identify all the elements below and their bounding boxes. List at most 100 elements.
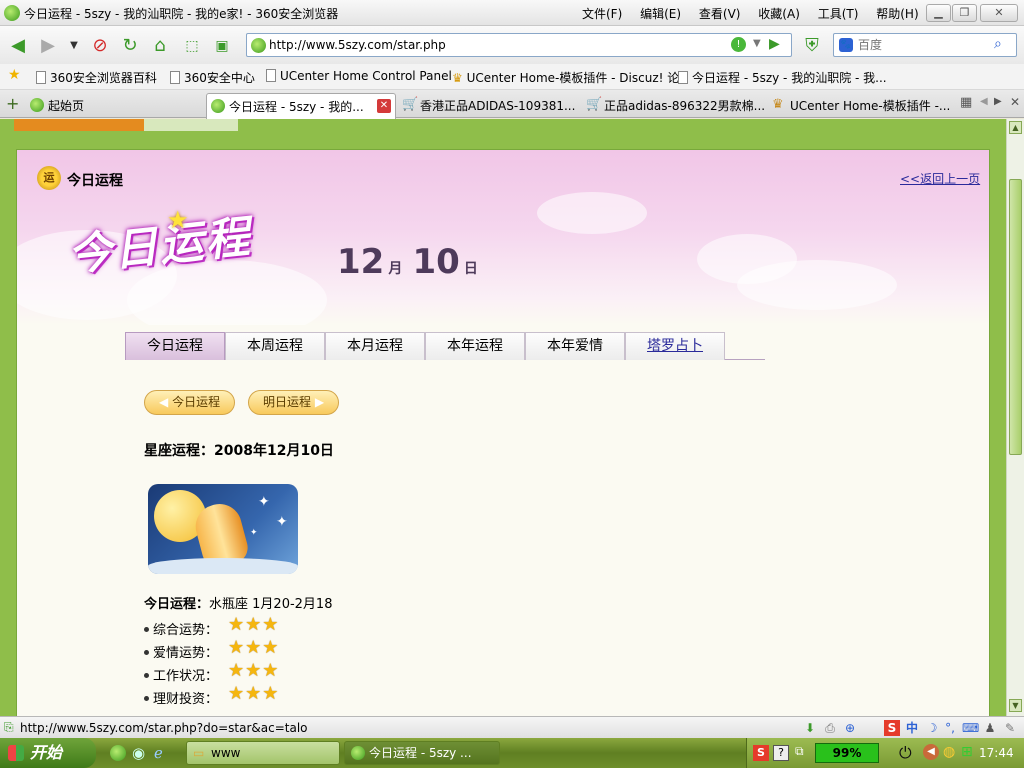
- tab-today-fortune[interactable]: 今日运程 - 5szy - 我的... ✕: [206, 93, 396, 119]
- favorites-star-icon[interactable]: ★: [8, 67, 21, 83]
- today-fortune-button[interactable]: ◀ 今日运程: [144, 390, 236, 415]
- history-dropdown-icon[interactable]: ▼: [62, 34, 86, 58]
- tray-app-icon[interactable]: ◍: [943, 744, 955, 760]
- bullet-icon: [144, 696, 149, 701]
- tab-label: 起始页: [48, 99, 85, 113]
- menu-view[interactable]: 查看(V): [699, 7, 741, 21]
- quicklaunch-ie-icon[interactable]: ℯ: [154, 744, 163, 762]
- back-icon[interactable]: ◀: [6, 34, 30, 58]
- tab-ucenter[interactable]: ♛ UCenter Home-模板插件 -...: [768, 93, 952, 118]
- tab-today[interactable]: 今日运程: [125, 332, 225, 360]
- star-rating-icon: ★★★: [228, 637, 280, 658]
- home-icon[interactable]: ⌂: [148, 34, 172, 58]
- close-window-button[interactable]: ✕: [980, 4, 1018, 22]
- tray-arrow-icon[interactable]: ◀: [923, 744, 939, 760]
- security-shield-icon[interactable]: ⛨: [800, 34, 824, 58]
- tray-plus-icon[interactable]: ⊞: [961, 744, 973, 760]
- status-url: http://www.5szy.com/star.php?do=star&ac=…: [20, 721, 308, 735]
- sidebar-icon[interactable]: ▣: [210, 34, 234, 58]
- refresh-icon[interactable]: ↻: [118, 34, 142, 58]
- favorite-link-2[interactable]: 360安全中心: [170, 69, 255, 86]
- tools-icon[interactable]: ✎: [1002, 720, 1018, 736]
- menu-bar: 文件(F) 编辑(E) 查看(V) 收藏(A) 工具(T) 帮助(H): [582, 5, 933, 22]
- search-input[interactable]: [858, 36, 988, 54]
- menu-file[interactable]: 文件(F): [582, 7, 622, 21]
- download-icon[interactable]: ⬇: [802, 720, 818, 736]
- url-dropdown-icon[interactable]: ▼: [753, 38, 761, 49]
- new-tab-icon[interactable]: +: [6, 94, 19, 113]
- favorite-label: UCenter Home Control Panel: [280, 69, 452, 83]
- fortune-sun-icon: 运: [37, 166, 61, 190]
- go-icon[interactable]: ▶: [769, 36, 789, 54]
- tray-plug-icon[interactable]: ⏻: [899, 743, 912, 763]
- scroll-down-icon[interactable]: ▼: [1009, 699, 1022, 712]
- menu-edit[interactable]: 编辑(E): [640, 7, 681, 21]
- quicklaunch-browser-icon[interactable]: [110, 745, 126, 761]
- logo-star-icon: ★: [167, 206, 189, 234]
- url-input[interactable]: [269, 36, 709, 54]
- info-icon[interactable]: !: [731, 37, 746, 52]
- search-icon[interactable]: ⌕: [994, 36, 1002, 52]
- menu-tools[interactable]: 工具(T): [818, 7, 859, 21]
- horoscope-title-label: 星座运程：: [144, 443, 214, 459]
- tab-bar: + 起始页 今日运程 - 5szy - 我的... ✕ 🛒 香港正品ADIDAS-1…: [0, 90, 1024, 119]
- forward-icon[interactable]: ▶: [36, 34, 60, 58]
- favorite-link-5[interactable]: 今日运程 - 5szy - 我的汕职院 - 我...: [678, 69, 887, 86]
- tab-start-page[interactable]: 起始页: [26, 93, 202, 118]
- restore-icon[interactable]: ⬚: [180, 34, 204, 58]
- ime-punct-icon[interactable]: °,: [942, 720, 958, 736]
- date-day-unit: 日: [463, 261, 478, 277]
- menu-favorites[interactable]: 收藏(A): [758, 7, 800, 21]
- address-bar[interactable]: ! ▼ ▶: [246, 33, 792, 57]
- tab-ie-icon: [30, 98, 44, 112]
- menu-help[interactable]: 帮助(H): [876, 7, 918, 21]
- close-all-tabs-icon[interactable]: ✕: [1010, 95, 1020, 109]
- ime-chinese-icon[interactable]: 中: [904, 720, 920, 736]
- fortune-tabs: 今日运程 本周运程 本月运程 本年运程 本年爱情 塔罗占卜: [125, 332, 765, 360]
- stop-icon[interactable]: ⊘: [88, 34, 112, 58]
- rating-finance: 理财投资： ★★★: [144, 683, 278, 708]
- minimize-button[interactable]: ▁: [926, 4, 951, 22]
- battery-indicator[interactable]: 99%: [815, 743, 879, 763]
- tab-scroll-left-icon[interactable]: ◀: [980, 96, 988, 107]
- ime-moon-icon[interactable]: ☽: [924, 720, 940, 736]
- close-tab-icon[interactable]: ✕: [377, 99, 391, 113]
- system-tray: S ? ⧉ 99% ⏻ ◀ ◍ ⊞ 17:44: [746, 738, 1024, 768]
- tray-help-icon[interactable]: ?: [773, 745, 789, 761]
- tomorrow-fortune-button[interactable]: 明日运程 ▶: [248, 390, 340, 415]
- print-icon[interactable]: ⎙: [822, 720, 838, 736]
- tab-scroll-right-icon[interactable]: ▶: [994, 96, 1002, 107]
- rating-overall: 综合运势： ★★★: [144, 614, 278, 639]
- user-icon[interactable]: ♟: [982, 720, 998, 736]
- tray-s-icon[interactable]: S: [753, 745, 769, 761]
- tab-adidas-1[interactable]: 🛒 香港正品ADIDAS-109381...: [398, 93, 578, 118]
- rating-label: 工作状况：: [153, 669, 219, 684]
- tab-adidas-2[interactable]: 🛒 正品adidas-896322男款棉...: [582, 93, 766, 118]
- maximize-button[interactable]: ❐: [952, 4, 977, 22]
- star-rating-icon: ★★★: [228, 660, 280, 681]
- tab-year-love[interactable]: 本年爱情: [525, 332, 625, 360]
- tray-network-icon[interactable]: ⧉: [795, 744, 804, 759]
- vertical-scrollbar[interactable]: ▲ ▼: [1006, 119, 1024, 716]
- scrollbar-thumb[interactable]: [1009, 179, 1022, 455]
- favorite-link-3[interactable]: UCenter Home Control Panel: [266, 69, 452, 83]
- taskbar-browser-window[interactable]: 今日运程 - 5szy ...: [344, 741, 500, 765]
- scroll-up-icon[interactable]: ▲: [1009, 121, 1022, 134]
- tab-list-icon[interactable]: ▦: [960, 95, 972, 110]
- favorite-link-4[interactable]: ♛ UCenter Home-模板插件 - Discuz! 论: [452, 69, 679, 86]
- ime-s-icon[interactable]: S: [884, 720, 900, 736]
- search-box[interactable]: 🐾 ⌕: [833, 33, 1017, 57]
- panel-title: 今日运程: [67, 173, 123, 189]
- taskbar-folder-www[interactable]: ▭ www: [186, 741, 340, 765]
- favorite-link-1[interactable]: 360安全浏览器百科: [36, 69, 157, 86]
- folder-icon: ▭: [193, 746, 205, 760]
- tab-year[interactable]: 本年运程: [425, 332, 525, 360]
- quicklaunch-desktop-icon[interactable]: ◉: [132, 744, 145, 762]
- tab-tarot[interactable]: 塔罗占卜: [625, 332, 725, 360]
- tab-month[interactable]: 本月运程: [325, 332, 425, 360]
- zoom-icon[interactable]: ⊕: [842, 720, 858, 736]
- back-link[interactable]: <<返回上一页: [900, 170, 980, 187]
- keyboard-icon[interactable]: ⌨: [962, 720, 979, 736]
- start-button[interactable]: 开始: [0, 738, 96, 768]
- tab-week[interactable]: 本周运程: [225, 332, 325, 360]
